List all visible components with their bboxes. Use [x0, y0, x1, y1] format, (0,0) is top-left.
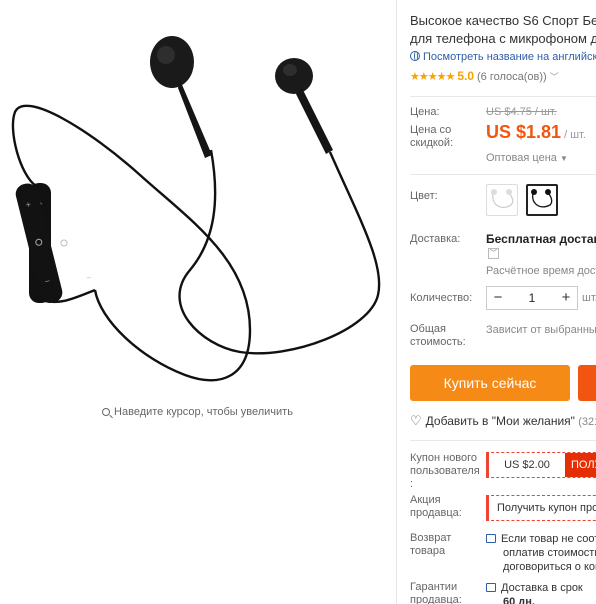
return-line: оплатив стоимость	[503, 547, 596, 559]
caret-down-icon: ▼	[559, 154, 568, 163]
free-shipping-option[interactable]: Бесплатная доставка	[486, 232, 596, 246]
return-line: Если товар не соответствует	[501, 533, 596, 545]
zoom-hint: Наведите курсор, чтобы увеличить	[0, 406, 395, 418]
original-price: US $4.75 / шт.	[486, 106, 557, 118]
get-seller-coupon-button[interactable]: Получить купон продавца	[486, 495, 596, 521]
return-policy-label: Возврат товара	[410, 532, 451, 558]
buy-now-button[interactable]: Купить сейчас	[410, 365, 570, 401]
coupon-label-line: пользователя	[410, 465, 480, 477]
chevron-down-icon: ﹀	[490, 250, 497, 257]
guarantee-line: 60 дн.	[503, 596, 535, 604]
seller-label-line: Акция	[410, 494, 441, 506]
wishlist-text: Добавить в "Мои желания"	[425, 414, 575, 428]
price-label: Цена:	[410, 106, 440, 118]
zoom-hint-text: Наведите курсор, чтобы увеличить	[114, 406, 293, 418]
guarantee-label-line: Гарантии	[410, 581, 458, 593]
product-title: Высокое качество S6 Спорт Беспроводная д…	[410, 12, 596, 48]
globe-icon	[410, 51, 420, 61]
discount-price-label: Цена со скидкой:	[410, 124, 453, 150]
add-to-cart-button[interactable]	[578, 365, 596, 401]
discount-label-line: скидкой:	[410, 137, 454, 149]
return-line: договориться о ком	[503, 561, 596, 573]
discount-price: US $1.81 / шт.	[486, 122, 586, 143]
guarantee-line: Доставка в срок	[501, 582, 583, 594]
rating-votes: (6 голоса(ов))	[477, 71, 547, 83]
color-label: Цвет:	[410, 190, 438, 202]
color-swatch-white[interactable]	[486, 184, 518, 216]
coupon-label-line: Купон нового	[410, 452, 478, 464]
add-to-wishlist-link[interactable]: ♡Добавить в "Мои желания" (321 ,	[410, 413, 596, 429]
seller-guarantee-text: Доставка в срок 60 дн.	[486, 581, 583, 604]
quantity-stepper: − 1 +	[486, 286, 578, 310]
quantity-unit: шт.	[582, 292, 596, 304]
wishlist-count: (321 ,	[578, 416, 596, 428]
divider	[410, 96, 596, 97]
translate-link-text: Посмотреть название на английском	[423, 51, 596, 63]
wholesale-text: Оптовая цена	[486, 152, 557, 164]
coupon-amount: US $2.00	[504, 459, 550, 471]
new-user-coupon-label: Купон нового пользователя :	[410, 452, 480, 491]
product-info-panel: Высокое качество S6 Спорт Беспроводная д…	[410, 0, 596, 604]
estimated-delivery-time: Расчётное время доставки	[486, 265, 596, 277]
color-swatch-black[interactable]	[526, 184, 558, 216]
seller-promo-label: Акция продавца:	[410, 494, 462, 520]
divider	[396, 0, 397, 604]
product-title-line: Высокое качество S6 Спорт Беспроводная	[410, 13, 596, 28]
price-unit: / шт.	[561, 129, 586, 141]
wholesale-price-dropdown[interactable]: Оптовая цена ▼	[486, 152, 568, 164]
magnifier-icon	[102, 408, 111, 416]
shipping-dropdown-toggle[interactable]: ﹀	[488, 248, 499, 259]
divider	[410, 174, 596, 175]
total-label-line: стоимость:	[410, 336, 466, 348]
guarantee-label-line: продавца:	[410, 594, 462, 604]
rating-summary[interactable]: ★★★★★ 5.0 (6 голоса(ов)) ﹀	[410, 69, 559, 83]
svg-text:−: −	[86, 274, 92, 282]
coupon-label-line: :	[410, 478, 414, 490]
divider	[410, 440, 596, 441]
return-label-line: Возврат	[410, 532, 452, 544]
discount-label-line: Цена со	[410, 124, 452, 136]
product-image[interactable]: + − + −	[0, 0, 395, 400]
return-label-line: товара	[410, 545, 446, 557]
seller-guarantee-label: Гарантии продавца:	[410, 581, 462, 604]
product-title-line: для телефона с микрофоном для	[410, 31, 596, 46]
total-cost-value: Зависит от выбранных	[486, 324, 596, 336]
total-label-line: Общая	[410, 323, 446, 335]
quantity-label: Количество:	[410, 292, 473, 304]
product-gallery: + − + − Наведите курсор, чтобы увеличить	[0, 0, 395, 604]
delivery-clock-icon	[486, 583, 496, 592]
star-rating-icon: ★★★★★	[410, 71, 455, 83]
return-box-icon	[486, 534, 496, 543]
total-cost-label: Общая стоимость:	[410, 323, 466, 349]
chevron-down-icon: ﹀	[549, 72, 559, 82]
quantity-increase-button[interactable]: +	[555, 287, 577, 309]
translate-title-link[interactable]: Посмотреть название на английском	[410, 51, 596, 63]
heart-icon: ♡	[410, 413, 422, 428]
delivery-label: Доставка:	[410, 233, 461, 245]
get-coupon-button[interactable]: ПОЛУЧИТЬ	[565, 453, 596, 477]
new-user-coupon: US $2.00 ПОЛУЧИТЬ	[486, 452, 596, 478]
discount-price-value: US $1.81	[486, 122, 562, 142]
quantity-decrease-button[interactable]: −	[487, 287, 509, 309]
rating-score: 5.0	[457, 69, 474, 83]
quantity-input[interactable]: 1	[509, 291, 555, 305]
seller-label-line: продавца:	[410, 507, 462, 519]
return-policy-text: Если товар не соответствует оплатив стои…	[486, 532, 596, 574]
black-earphone-thumb-icon	[531, 189, 553, 208]
white-earphone-thumb-icon	[491, 189, 514, 208]
